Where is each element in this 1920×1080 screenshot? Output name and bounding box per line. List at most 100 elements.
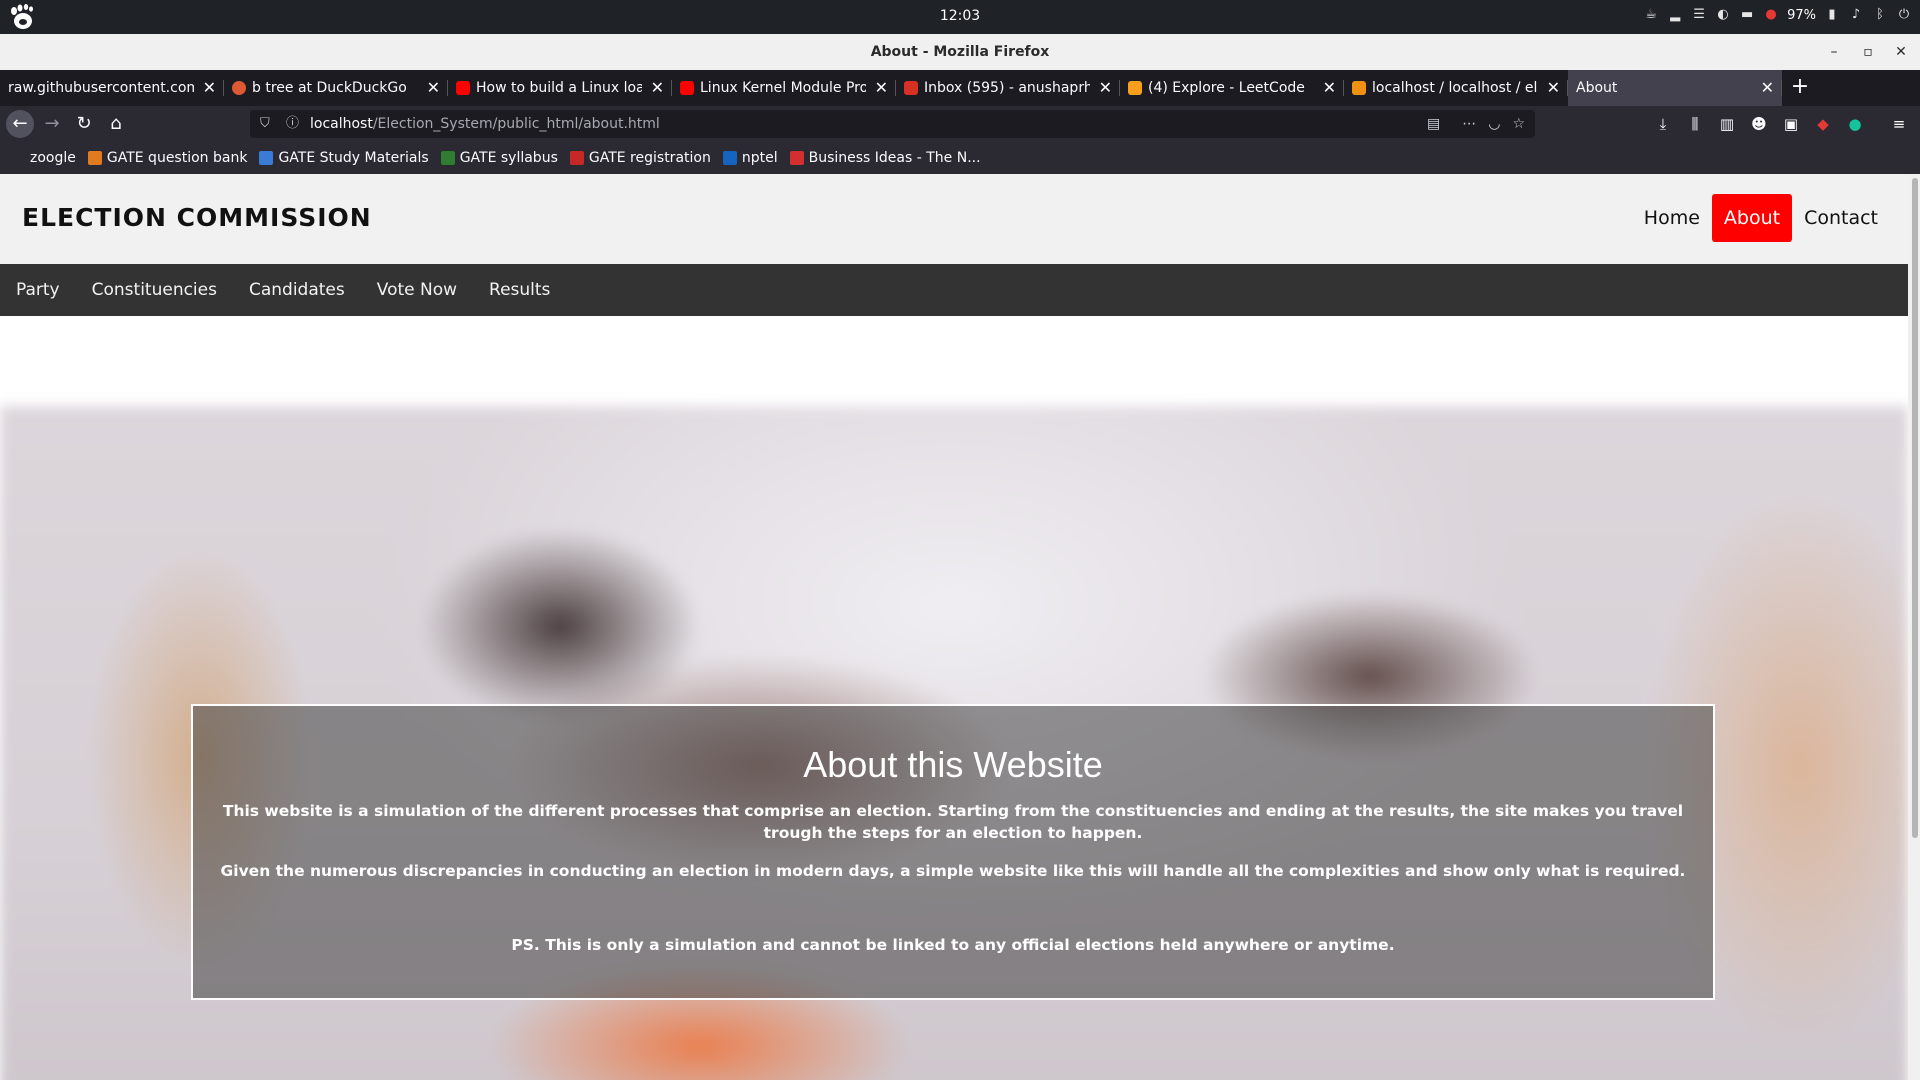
library-icon[interactable]: ⫼ [1684,110,1706,138]
bookmark-favicon-icon [259,151,274,165]
tab-label: Inbox (595) - anushaprhe [924,80,1090,96]
tab-raw-githubusercontent[interactable]: raw.githubusercontent.com ✕ [0,70,224,106]
bookmark-gate-question-bank[interactable]: GATE question bank [87,150,248,166]
subnav-party-link[interactable]: Party [0,264,76,316]
downloads-icon[interactable]: ⤓ [1652,110,1674,138]
phpmyadmin-favicon-icon [1352,81,1366,95]
bookmark-gate-syllabus[interactable]: GATE syllabus [440,150,558,166]
pocket-icon[interactable]: ◡ [1488,110,1500,138]
tab-label: b tree at DuckDuckGo [252,80,407,96]
tab-close-icon[interactable]: ✕ [875,70,888,106]
nav-home-link[interactable]: Home [1632,194,1712,242]
signal-icon[interactable]: ▂ [1667,7,1683,23]
bookmark-favicon-icon [789,151,804,165]
tab-strip: raw.githubusercontent.com ✕ b tree at Du… [0,70,1920,106]
about-disclaimer: PS. This is only a simulation and cannot… [511,936,1395,954]
nav-contact-link[interactable]: Contact [1792,194,1890,242]
tab-close-icon[interactable]: ✕ [427,70,440,106]
gmail-favicon-icon [904,81,918,95]
bookmark-favicon-icon [87,151,102,165]
subnav-constituencies-link[interactable]: Constituencies [76,264,233,316]
notification-bell-icon[interactable]: ● [1763,7,1779,23]
clock[interactable]: 12:03 [0,8,1920,24]
site-header: ELECTION COMMISSION Home About Contact [0,174,1908,264]
bookmark-gate-registration[interactable]: GATE registration [569,150,711,166]
window-title: About - Mozilla Firefox [870,44,1050,60]
bookmark-favicon-icon [569,151,584,165]
scrollbar-thumb[interactable] [1912,178,1918,838]
tab-youtube-linux-loader[interactable]: How to build a Linux load ✕ [448,70,672,106]
tab-close-icon[interactable]: ✕ [203,70,216,106]
about-panel: About this Website This website is a sim… [191,704,1715,1000]
leetcode-favicon-icon [1128,81,1142,95]
tab-label: (4) Explore - LeetCode [1148,80,1305,96]
tab-youtube-kernel-module[interactable]: Linux Kernel Module Pro ✕ [672,70,896,106]
close-window-icon[interactable]: ✕ [1889,40,1913,64]
tab-close-icon[interactable]: ✕ [1547,70,1560,106]
battery-icon[interactable]: ▮ [1824,7,1840,23]
tab-about-active[interactable]: About ✕ [1568,70,1782,106]
tab-label: Linux Kernel Module Pro [700,80,866,96]
address-bar[interactable]: ⛉ ⓘ localhost/Election_System/public_htm… [250,110,1535,138]
about-heading: About this Website [803,744,1103,785]
site-info-icon[interactable]: ⓘ [286,110,299,138]
extension-square-icon[interactable]: ▣ [1780,110,1802,138]
url-host: localhost [310,116,373,132]
folder-icon[interactable]: ▬ [1739,7,1755,23]
page-viewport: ELECTION COMMISSION Home About Contact P… [0,174,1920,1080]
power-icon[interactable]: ⏻ [1896,7,1912,23]
system-tray[interactable]: ☕ ▂ ☰ ◐ ▬ ● 97% ▮ ♪ ᛒ ⏻ [1643,7,1912,23]
sidebar-icon[interactable]: ▥ [1716,110,1738,138]
tab-close-icon[interactable]: ✕ [651,70,664,106]
subnav-vote-now-link[interactable]: Vote Now [361,264,473,316]
youtube-favicon-icon [456,81,470,95]
night-light-icon[interactable]: ◐ [1715,7,1731,23]
bookmark-zoogle[interactable]: zoogle [30,150,76,166]
bookmark-favicon-icon [440,151,455,165]
tab-close-icon[interactable]: ✕ [1099,70,1112,106]
tab-label: localhost / localhost / ele [1372,80,1538,96]
tab-phpmyadmin[interactable]: localhost / localhost / ele ✕ [1344,70,1568,106]
menu-icon[interactable]: ☰ [1691,7,1707,23]
reader-view-icon[interactable]: ▤ [1427,110,1440,138]
page-scrollbar[interactable] [1908,174,1920,1080]
bluetooth-icon[interactable]: ᛒ [1872,7,1888,23]
bookmark-business-ideas[interactable]: Business Ideas - The N... [789,150,981,166]
bookmark-label: GATE Study Materials [278,150,429,166]
url-text[interactable]: localhost/Election_System/public_html/ab… [310,110,660,138]
shield-icon[interactable]: ⛉ [260,110,270,138]
bookmark-nptel[interactable]: nptel [722,150,778,166]
duckduckgo-favicon-icon [232,81,246,95]
tab-gmail-inbox[interactable]: Inbox (595) - anushaprhe ✕ [896,70,1120,106]
nav-about-link[interactable]: About [1711,194,1793,242]
volume-icon[interactable]: ♪ [1848,7,1864,23]
bookmark-gate-study-materials[interactable]: GATE Study Materials [259,150,429,166]
bookmark-label: GATE syllabus [459,150,558,166]
page-actions-ellipsis-icon[interactable]: ⋯ [1462,110,1476,138]
back-arrow-icon[interactable]: ← [6,110,34,138]
subnav-candidates-link[interactable]: Candidates [233,264,361,316]
battery-percent[interactable]: 97% [1787,8,1816,23]
tab-duckduckgo[interactable]: b tree at DuckDuckGo ✕ [224,70,448,106]
bookmark-label: zoogle [30,150,76,166]
hamburger-menu-icon[interactable]: ≡ [1888,110,1910,138]
tab-close-icon[interactable]: ✕ [1761,70,1774,106]
reload-icon[interactable]: ↻ [70,110,98,138]
browser-tools: ⤓ ⫼ ▥ ☻ ▣ ◆ ● ≡ [1652,110,1910,138]
new-tab-plus-icon[interactable]: + [1782,70,1818,106]
maximize-icon[interactable]: ▫ [1856,40,1880,64]
bookmark-label: GATE registration [588,150,711,166]
coffee-icon[interactable]: ☕ [1643,7,1659,23]
tab-leetcode[interactable]: (4) Explore - LeetCode ✕ [1120,70,1344,106]
minimize-icon[interactable]: – [1822,40,1846,64]
extension-red-icon[interactable]: ◆ [1812,110,1834,138]
subnav-results-link[interactable]: Results [473,264,566,316]
forward-arrow-icon[interactable]: → [38,110,66,138]
urlbar-actions: ▤ ⋯ ◡ ☆ [1427,110,1525,138]
bookmark-label: GATE question bank [106,150,248,166]
tab-close-icon[interactable]: ✕ [1323,70,1336,106]
bookmark-star-icon[interactable]: ☆ [1512,110,1525,138]
grammarly-icon[interactable]: ● [1844,110,1866,138]
account-icon[interactable]: ☻ [1748,110,1770,138]
home-icon[interactable]: ⌂ [102,110,130,138]
